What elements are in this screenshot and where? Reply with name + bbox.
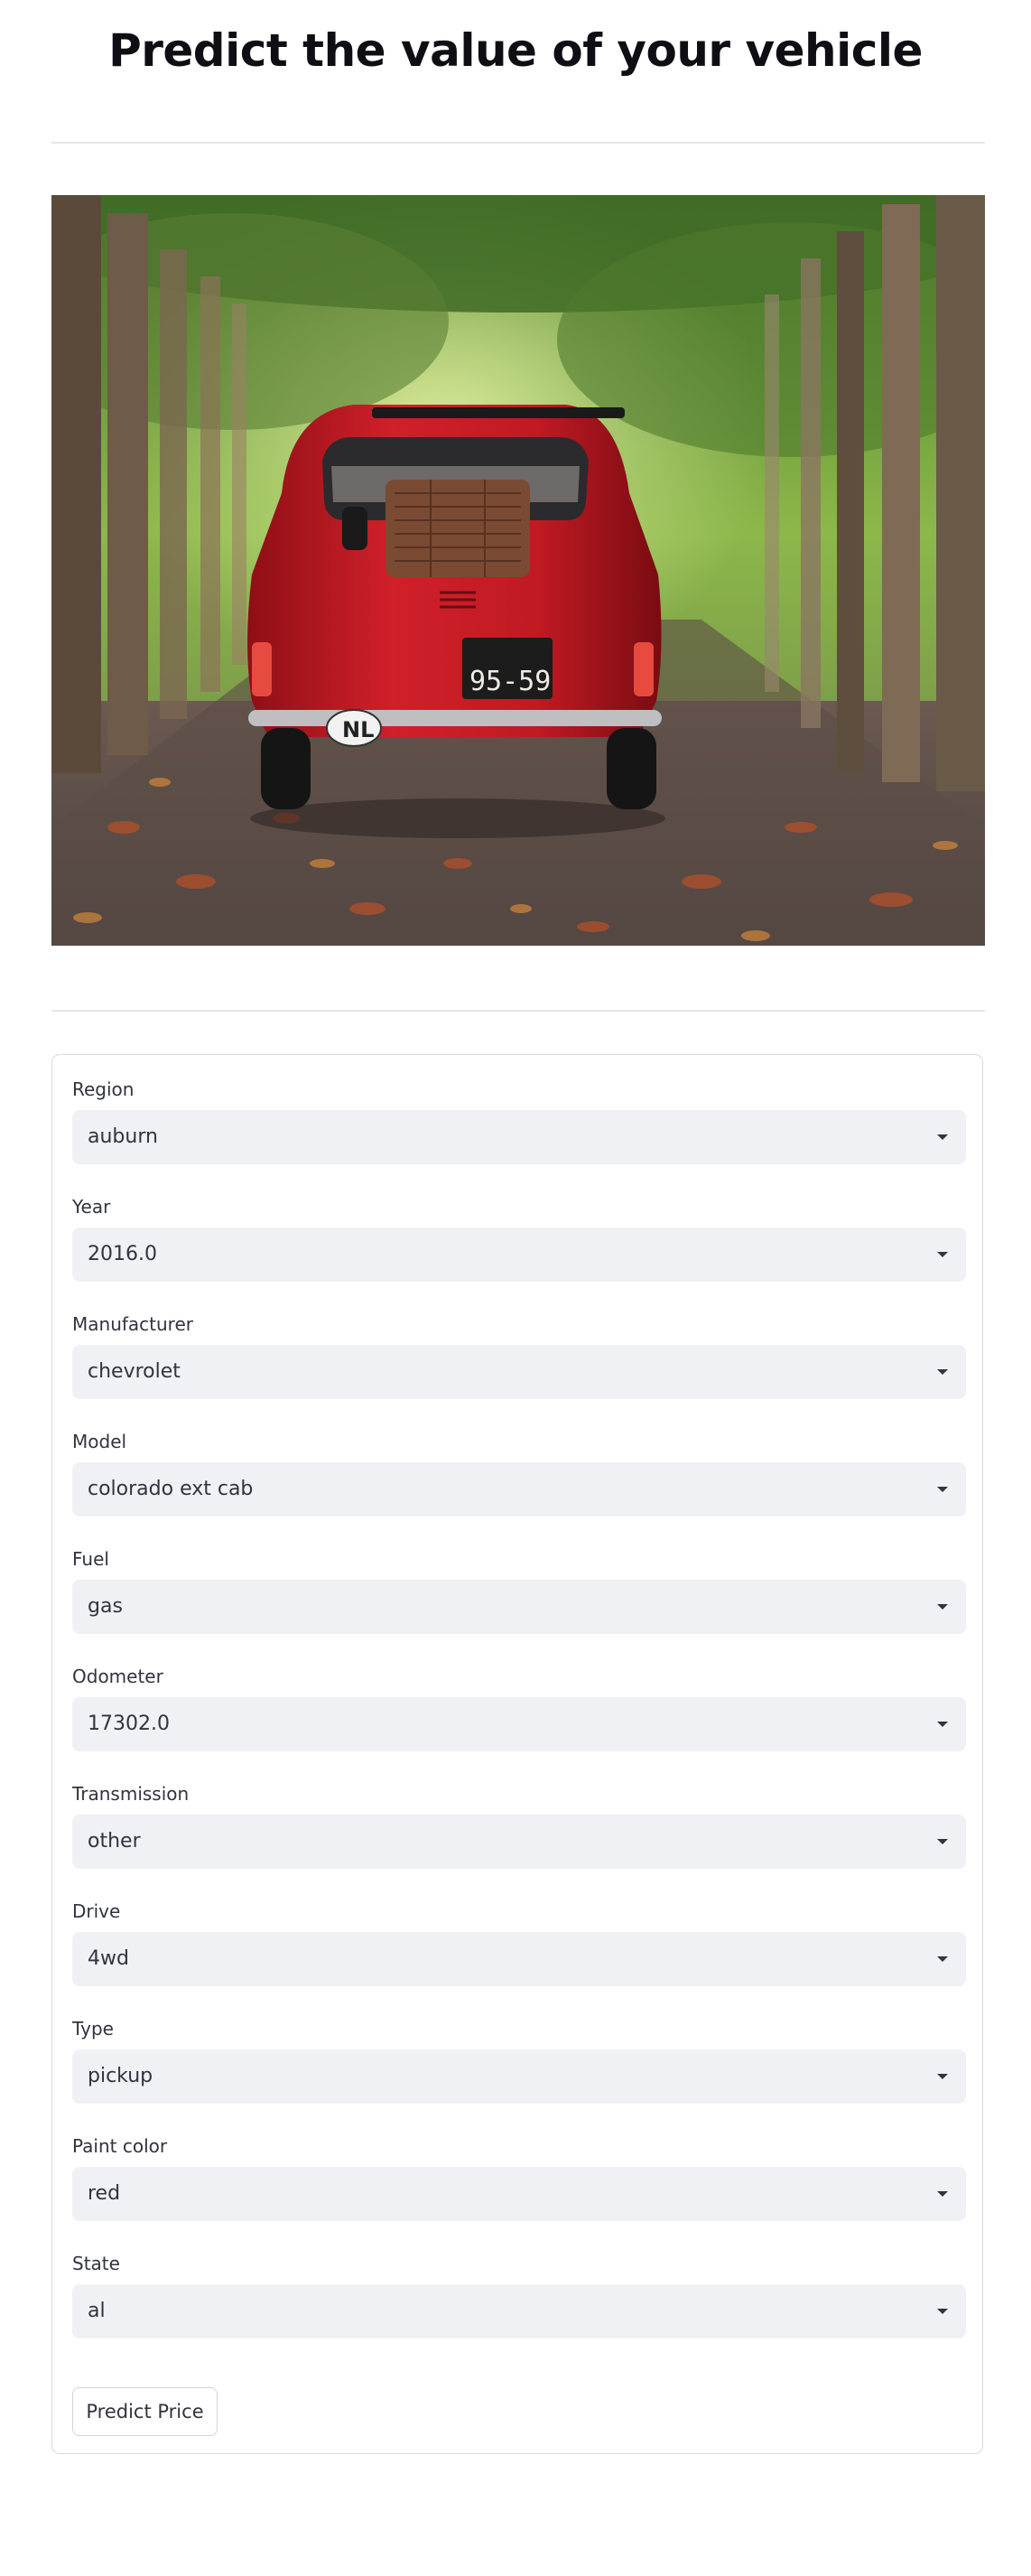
chevron-down-icon <box>937 1956 948 1962</box>
middle-divider <box>51 1010 985 1012</box>
app-page: Predict the value of your vehicle 95-59 … <box>0 0 1031 2576</box>
chevron-down-icon <box>937 1839 948 1844</box>
transmission-value: other <box>88 1830 141 1853</box>
odometer-select[interactable]: 17302.0 <box>72 1697 966 1751</box>
odometer-label: Odometer <box>72 1666 163 1687</box>
region-value: auburn <box>88 1125 158 1148</box>
drive-select[interactable]: 4wd <box>72 1932 966 1986</box>
chevron-down-icon <box>937 1252 948 1257</box>
type-value: pickup <box>88 2065 153 2087</box>
odometer-value: 17302.0 <box>88 1713 170 1735</box>
manufacturer-value: chevrolet <box>88 1360 181 1383</box>
chevron-down-icon <box>937 2074 948 2079</box>
car-photo-illustration: 95-59 NL <box>51 195 985 946</box>
drive-label: Drive <box>72 1900 121 1922</box>
chevron-down-icon <box>937 1487 948 1492</box>
page-title: Predict the value of your vehicle <box>108 24 923 77</box>
transmission-select[interactable]: other <box>72 1815 966 1869</box>
type-select[interactable]: pickup <box>72 2049 966 2104</box>
predict-price-button[interactable]: Predict Price <box>72 2387 218 2436</box>
fuel-select[interactable]: gas <box>72 1580 966 1634</box>
chevron-down-icon <box>937 1369 948 1375</box>
chevron-down-icon <box>937 1134 948 1140</box>
license-plate-text: 95-59 <box>469 666 551 697</box>
chevron-down-icon <box>937 2309 948 2314</box>
year-label: Year <box>72 1196 111 1218</box>
manufacturer-label: Manufacturer <box>72 1313 193 1335</box>
nl-badge-text: NL <box>342 717 374 742</box>
hero-image: 95-59 NL <box>51 195 985 946</box>
drive-value: 4wd <box>88 1947 129 1970</box>
state-value: al <box>88 2300 106 2322</box>
prediction-form: Region auburn Year 2016.0 Manufacturer c… <box>51 1054 983 2454</box>
top-divider <box>51 142 985 144</box>
fuel-value: gas <box>88 1595 123 1618</box>
type-label: Type <box>72 2018 114 2039</box>
model-select[interactable]: colorado ext cab <box>72 1462 966 1517</box>
chevron-down-icon <box>937 1604 948 1610</box>
paint-color-label: Paint color <box>72 2135 168 2157</box>
chevron-down-icon <box>937 2191 948 2197</box>
region-select[interactable]: auburn <box>72 1110 966 1164</box>
manufacturer-select[interactable]: chevrolet <box>72 1345 966 1399</box>
year-value: 2016.0 <box>88 1243 157 1265</box>
chevron-down-icon <box>937 1722 948 1727</box>
state-label: State <box>72 2253 120 2274</box>
transmission-label: Transmission <box>72 1783 190 1805</box>
region-label: Region <box>72 1078 135 1100</box>
year-select[interactable]: 2016.0 <box>72 1227 966 1282</box>
state-select[interactable]: al <box>72 2284 966 2338</box>
paint-color-value: red <box>88 2182 121 2205</box>
fuel-label: Fuel <box>72 1548 109 1570</box>
paint-color-select[interactable]: red <box>72 2167 966 2221</box>
model-value: colorado ext cab <box>88 1478 254 1500</box>
model-label: Model <box>72 1431 127 1452</box>
